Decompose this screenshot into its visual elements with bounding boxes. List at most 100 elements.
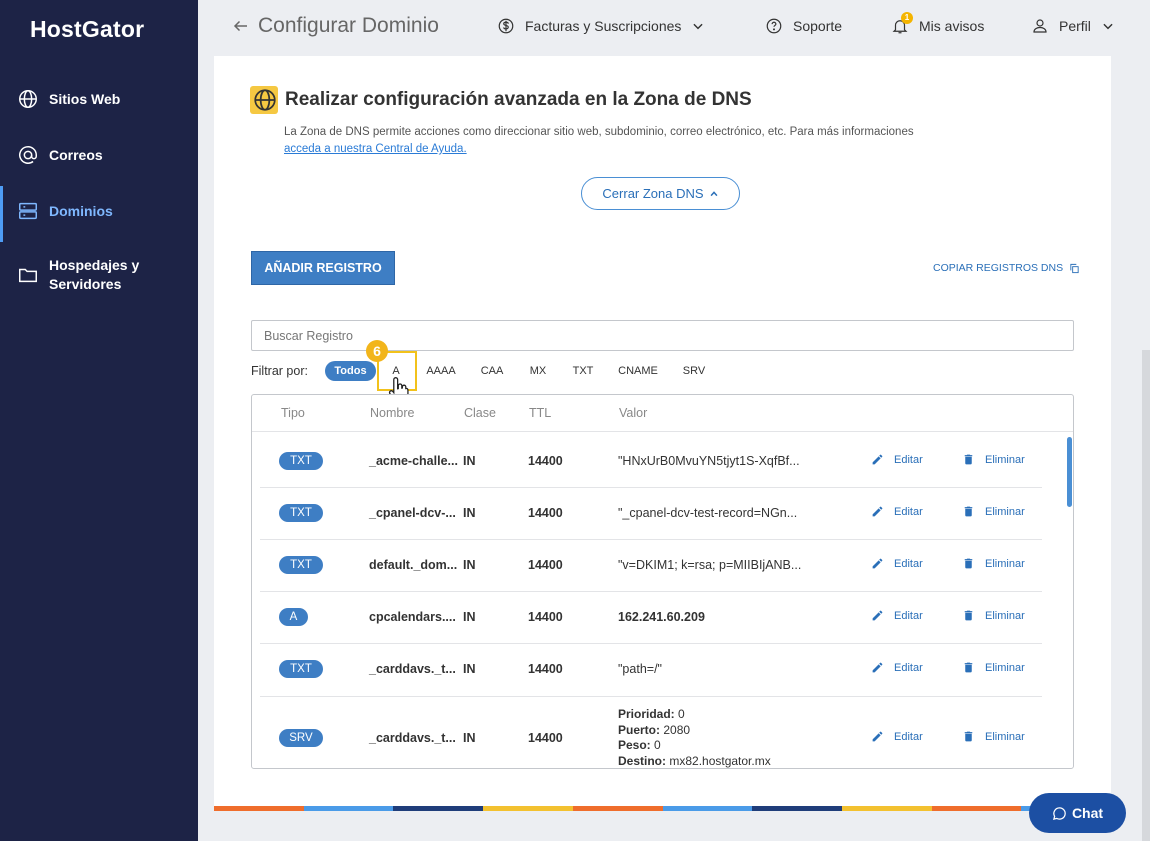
profile-menu[interactable]: Perfil bbox=[1031, 17, 1115, 35]
server-icon bbox=[19, 202, 37, 220]
record-ttl: 14400 bbox=[528, 558, 563, 572]
sidebar-item-sitios-web[interactable]: Sitios Web bbox=[0, 88, 198, 110]
record-name: _acme-challe... bbox=[369, 454, 458, 468]
chat-label: Chat bbox=[1071, 805, 1104, 821]
record-name: _carddavs._t... bbox=[369, 662, 456, 676]
chat-button[interactable]: Chat bbox=[1029, 793, 1126, 833]
record-type-badge: A bbox=[279, 608, 308, 626]
support-label: Soporte bbox=[793, 18, 843, 34]
record-ttl: 14400 bbox=[528, 454, 563, 468]
edit-record-button[interactable]: Editar bbox=[871, 661, 923, 674]
pencil-icon bbox=[872, 506, 883, 517]
back-button[interactable]: Configurar Dominio bbox=[232, 14, 439, 38]
record-type-badge: TXT bbox=[279, 556, 323, 574]
user-icon bbox=[1033, 19, 1047, 33]
srv-target-label: Destino: bbox=[618, 753, 666, 768]
hostgator-logo[interactable]: HostGator bbox=[30, 16, 144, 43]
edit-label: Editar bbox=[894, 730, 923, 743]
profile-label: Perfil bbox=[1059, 18, 1091, 34]
record-value: "v=DKIM1; k=rsa; p=MIIBIjANB... bbox=[618, 558, 802, 572]
filter-chip-aaaa[interactable]: AAAA bbox=[424, 361, 458, 381]
record-value: "HNxUrB0MvuYN5tjyt1S-XqfBf... bbox=[618, 454, 800, 468]
dns-title-text: Realizar configuración avanzada en la Zo… bbox=[285, 89, 752, 110]
delete-record-button[interactable]: Eliminar bbox=[962, 661, 1025, 674]
filter-chip-todos[interactable]: Todos bbox=[325, 361, 376, 381]
sidebar-item-dominios[interactable]: Dominios bbox=[0, 186, 198, 242]
filter-chip-caa[interactable]: CAA bbox=[478, 361, 506, 381]
table-row: TXT _carddavs._t... IN 14400 "path=/" Ed… bbox=[260, 644, 1042, 697]
edit-record-button[interactable]: Editar bbox=[871, 453, 923, 466]
sidebar-item-label: Sitios Web bbox=[49, 91, 121, 107]
delete-record-button[interactable]: Eliminar bbox=[962, 609, 1025, 622]
sidebar-item-correos[interactable]: Correos bbox=[0, 144, 198, 166]
dns-records-table: Tipo Nombre Clase TTL Valor TXT _acme-ch… bbox=[251, 394, 1074, 769]
chevron-down-icon bbox=[1103, 23, 1113, 30]
table-row: TXT _acme-challe... IN 14400 "HNxUrB0Mvu… bbox=[260, 436, 1042, 488]
record-ttl: 14400 bbox=[528, 610, 563, 624]
srv-port: 2080 bbox=[663, 722, 691, 737]
delete-record-button[interactable]: Eliminar bbox=[962, 730, 1025, 743]
filter-chip-srv[interactable]: SRV bbox=[680, 361, 708, 381]
record-class: IN bbox=[463, 662, 476, 676]
delete-record-button[interactable]: Eliminar bbox=[962, 557, 1025, 570]
record-type-badge: TXT bbox=[279, 660, 323, 678]
srv-priority: 0 bbox=[678, 707, 685, 721]
dns-section-title: Realizar configuración avanzada en la Zo… bbox=[250, 86, 752, 114]
edit-label: Editar bbox=[894, 661, 923, 674]
record-ttl: 14400 bbox=[528, 506, 563, 520]
notifications-link[interactable]: 1 Mis avisos bbox=[891, 12, 985, 35]
record-class: IN bbox=[463, 506, 476, 520]
filter-chip-mx[interactable]: MX bbox=[526, 361, 550, 381]
chevron-up-icon bbox=[710, 190, 718, 196]
billing-menu[interactable]: Facturas y Suscripciones bbox=[497, 17, 705, 35]
pencil-icon bbox=[872, 610, 883, 621]
delete-record-button[interactable]: Eliminar bbox=[962, 505, 1025, 518]
copy-icon bbox=[1070, 263, 1079, 273]
dollar-circle-icon bbox=[498, 18, 514, 34]
sidebar-item-label: Dominios bbox=[49, 203, 113, 219]
help-circle-icon bbox=[766, 18, 782, 34]
notifications-label: Mis avisos bbox=[919, 18, 985, 34]
table-header: Tipo Nombre Clase TTL Valor bbox=[252, 395, 1073, 432]
table-row: TXT _cpanel-dcv-... IN 14400 "_cpanel-dc… bbox=[260, 488, 1042, 540]
column-header-value: Valor bbox=[619, 406, 648, 420]
record-type-badge: TXT bbox=[279, 452, 323, 470]
arrow-left-icon bbox=[233, 20, 247, 32]
filter-chip-txt[interactable]: TXT bbox=[570, 361, 596, 381]
close-dns-zone-button[interactable]: Cerrar Zona DNS bbox=[581, 177, 740, 210]
column-header-ttl: TTL bbox=[529, 406, 552, 420]
billing-label: Facturas y Suscripciones bbox=[525, 18, 682, 34]
pencil-icon bbox=[872, 454, 883, 465]
delete-label: Eliminar bbox=[985, 730, 1025, 743]
edit-record-button[interactable]: Editar bbox=[871, 505, 923, 518]
table-scrollbar[interactable] bbox=[1067, 437, 1072, 507]
folder-icon bbox=[19, 268, 37, 283]
table-row: A cpcalendars.... IN 14400 162.241.60.20… bbox=[260, 592, 1042, 644]
add-record-button[interactable]: AÑADIR REGISTRO bbox=[251, 251, 395, 285]
trash-icon bbox=[964, 662, 973, 673]
dns-description-text: La Zona de DNS permite acciones como dir… bbox=[284, 126, 914, 138]
srv-priority-label: Prioridad: bbox=[618, 707, 675, 721]
edit-label: Editar bbox=[894, 453, 923, 466]
page-scrollbar[interactable] bbox=[1142, 350, 1150, 841]
copy-dns-records-button[interactable]: COPIAR REGISTROS DNS bbox=[933, 262, 1080, 274]
pencil-icon bbox=[872, 558, 883, 569]
edit-record-button[interactable]: Editar bbox=[871, 557, 923, 570]
step-number-badge: 6 bbox=[366, 340, 388, 362]
support-link[interactable]: Soporte bbox=[765, 17, 842, 35]
record-name: cpcalendars.... bbox=[369, 610, 456, 624]
filter-chip-cname[interactable]: CNAME bbox=[616, 361, 660, 381]
record-value: "path=/" bbox=[618, 662, 662, 676]
delete-record-button[interactable]: Eliminar bbox=[962, 453, 1025, 466]
sidebar-item-hospedajes[interactable]: Hospedajes y Servidores bbox=[0, 256, 198, 294]
trash-icon bbox=[964, 731, 973, 742]
copy-dns-label: COPIAR REGISTROS DNS bbox=[933, 262, 1064, 274]
edit-record-button[interactable]: Editar bbox=[871, 730, 923, 743]
top-header: Configurar Dominio Facturas y Suscripcio… bbox=[198, 0, 1150, 56]
sidebar: HostGator Sitios Web Correos Dominios Ho… bbox=[0, 0, 198, 841]
chevron-down-icon bbox=[693, 23, 704, 30]
edit-record-button[interactable]: Editar bbox=[871, 609, 923, 622]
pencil-icon bbox=[872, 662, 883, 673]
help-center-link[interactable]: acceda a nuestra Central de Ayuda. bbox=[284, 143, 467, 155]
at-sign-icon bbox=[19, 146, 37, 164]
